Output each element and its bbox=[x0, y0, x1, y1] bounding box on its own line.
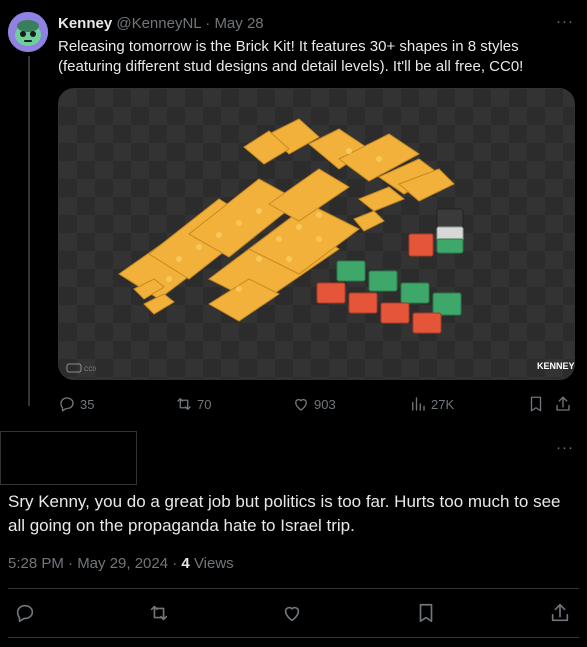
reply-actions bbox=[0, 602, 587, 626]
tweet-media[interactable]: KENNEY CC0 bbox=[58, 88, 575, 380]
reply-more-options-button[interactable]: ··· bbox=[556, 439, 574, 456]
tweet-header: Kenney @KenneyNL · May 28 bbox=[58, 15, 264, 32]
like-icon[interactable] bbox=[281, 602, 303, 624]
views-button[interactable]: 27K bbox=[409, 395, 454, 413]
retweet-count: 70 bbox=[197, 396, 212, 412]
tweet-actions: 35 70 903 27K bbox=[58, 395, 574, 415]
avatar-image bbox=[8, 12, 48, 52]
views-icon bbox=[412, 397, 425, 411]
tweet-text: Releasing tomorrow is the Brick Kit! It … bbox=[58, 38, 524, 75]
reply-views-count: 4 bbox=[181, 555, 190, 572]
reply-timestamp[interactable]: 5:28 PM · May 29, 2024 · bbox=[8, 555, 177, 572]
retweet-button[interactable]: 70 bbox=[175, 395, 211, 413]
reply-meta: 5:28 PM · May 29, 2024 · 4 Views bbox=[8, 555, 234, 572]
share-icon[interactable] bbox=[549, 602, 571, 624]
like-icon bbox=[295, 398, 307, 411]
reply-button[interactable]: 35 bbox=[58, 395, 94, 413]
like-count: 903 bbox=[314, 396, 336, 412]
like-button[interactable]: 903 bbox=[292, 395, 336, 413]
avatar[interactable] bbox=[8, 12, 48, 52]
retweet-icon bbox=[177, 398, 191, 410]
reply-count: 35 bbox=[80, 396, 95, 412]
share-icon bbox=[556, 396, 570, 411]
views-count: 27K bbox=[431, 396, 455, 412]
divider-bottom bbox=[8, 637, 579, 638]
more-options-button[interactable]: ··· bbox=[556, 13, 574, 30]
license-badge: CC0 bbox=[84, 367, 97, 373]
author-handle[interactable]: @KenneyNL bbox=[116, 15, 201, 32]
divider-top bbox=[8, 588, 579, 589]
header-separator: · bbox=[205, 15, 211, 32]
thread-line bbox=[28, 56, 30, 406]
redacted-author-block bbox=[0, 431, 137, 485]
bookmark-icon[interactable] bbox=[415, 602, 437, 624]
media-watermark: KENNEY bbox=[537, 361, 575, 371]
author-name[interactable]: Kenney bbox=[58, 15, 112, 32]
brick-kit-image: KENNEY CC0 bbox=[59, 89, 575, 379]
retweet-icon[interactable] bbox=[148, 602, 170, 624]
reply-views-label: Views bbox=[193, 555, 234, 572]
tweet-date[interactable]: May 28 bbox=[214, 15, 263, 32]
reply-icon[interactable] bbox=[14, 602, 36, 624]
reply-icon bbox=[60, 397, 74, 412]
bookmark-button[interactable] bbox=[527, 395, 545, 413]
bookmark-icon bbox=[530, 396, 542, 412]
reply-text: Sry Kenny, you do a great job but politi… bbox=[8, 492, 561, 535]
share-button[interactable] bbox=[554, 395, 572, 413]
